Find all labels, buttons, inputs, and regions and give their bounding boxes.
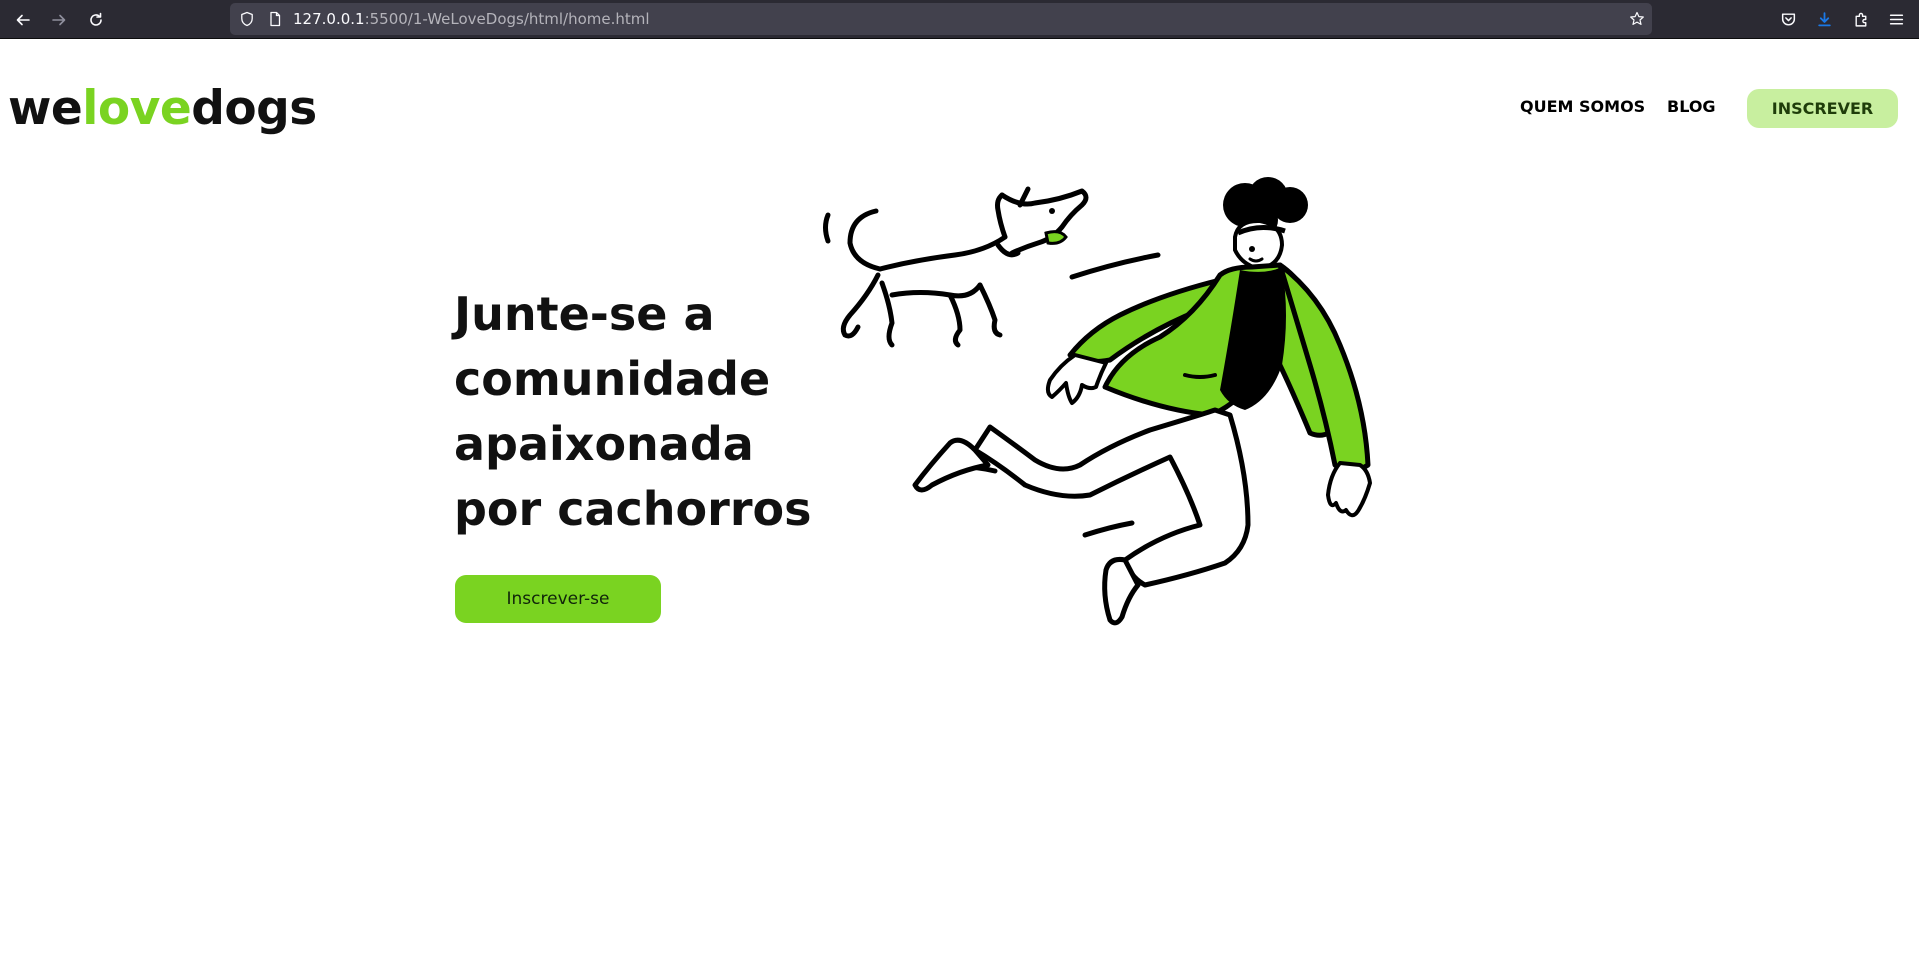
pocket-icon xyxy=(1781,12,1795,26)
url-text[interactable]: 127.0.0.1:5500/1-WeLoveDogs/html/home.ht… xyxy=(293,9,650,29)
forward-button[interactable] xyxy=(46,7,72,33)
logo-love: love xyxy=(82,81,192,136)
nav-signup-button[interactable]: INSCREVER xyxy=(1747,89,1898,128)
arrow-left-icon xyxy=(16,14,30,26)
reload-button[interactable] xyxy=(83,7,109,33)
menu-button[interactable] xyxy=(1886,9,1906,29)
puzzle-icon xyxy=(1854,12,1866,27)
pocket-button[interactable] xyxy=(1778,9,1798,29)
logo-we: we xyxy=(8,81,83,136)
downloads-button[interactable] xyxy=(1814,9,1834,29)
download-icon xyxy=(1817,11,1831,26)
site-logo[interactable]: welovedogs xyxy=(8,81,317,137)
hero-title: Junte-se a comunidade apaixonada por cac… xyxy=(454,287,812,536)
reload-icon xyxy=(90,12,102,26)
hamburger-menu-icon xyxy=(1889,13,1903,25)
shield-icon[interactable] xyxy=(239,11,255,27)
nav-link-blog[interactable]: BLOG xyxy=(1667,97,1716,117)
url-bar[interactable]: 127.0.0.1:5500/1-WeLoveDogs/html/home.ht… xyxy=(230,3,1652,35)
arrow-right-icon xyxy=(52,14,66,26)
url-path: :5500/1-WeLoveDogs/html/home.html xyxy=(364,10,650,28)
hero-signup-button[interactable]: Inscrever-se xyxy=(455,575,661,623)
page-content: welovedogs QUEM SOMOS BLOG INSCREVER Jun… xyxy=(0,39,1919,962)
star-icon[interactable] xyxy=(1629,11,1645,27)
nav-link-quem-somos[interactable]: QUEM SOMOS xyxy=(1520,97,1645,117)
hero-illustration xyxy=(823,177,1372,626)
page-icon[interactable] xyxy=(267,11,283,27)
logo-dogs: dogs xyxy=(191,81,317,136)
extensions-button[interactable] xyxy=(1851,9,1871,29)
back-button[interactable] xyxy=(10,7,36,33)
url-host: 127.0.0.1 xyxy=(293,10,365,28)
browser-toolbar: 127.0.0.1:5500/1-WeLoveDogs/html/home.ht… xyxy=(0,0,1919,39)
